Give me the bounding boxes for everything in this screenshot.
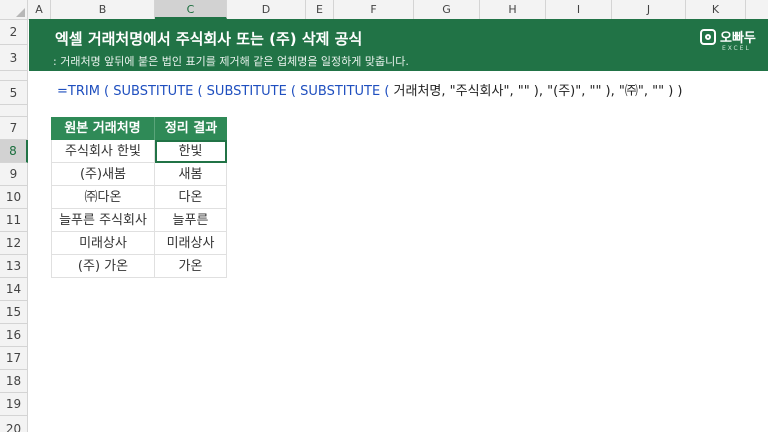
table-cell-result[interactable]: 늘푸른: [155, 209, 227, 232]
row-header-19[interactable]: 19: [0, 393, 28, 416]
banner-subtitle: : 거래처명 앞뒤에 붙은 법인 표기를 제거해 같은 업체명을 일정하게 맞춥…: [53, 55, 409, 68]
row-header-16[interactable]: 16: [0, 324, 28, 347]
column-header-b[interactable]: B: [51, 0, 155, 19]
select-all-corner[interactable]: [0, 0, 28, 19]
formula-functions: =TRIM ( SUBSTITUTE ( SUBSTITUTE ( SUBSTI…: [57, 84, 394, 99]
banner-title: 엑셀 거래처명에서 주식회사 또는 (주) 삭제 공식: [55, 30, 363, 48]
column-header-f[interactable]: F: [334, 0, 414, 19]
table-cell-result-active[interactable]: 한빛: [155, 140, 227, 163]
column-header-a[interactable]: A: [28, 0, 51, 19]
row-header-13[interactable]: 13: [0, 255, 28, 278]
column-header-c[interactable]: C: [155, 0, 227, 19]
table-cell-original[interactable]: ㈜다온: [51, 186, 155, 209]
row-header-10[interactable]: 10: [0, 186, 28, 209]
row-header-5[interactable]: 5: [0, 81, 28, 105]
table-cell-original[interactable]: (주)새봄: [51, 163, 155, 186]
table-cell-result[interactable]: 미래상사: [155, 232, 227, 255]
row-header-8[interactable]: 8: [0, 140, 28, 163]
row-header-18[interactable]: 18: [0, 370, 28, 393]
row-header-11[interactable]: 11: [0, 209, 28, 232]
table-cell-original[interactable]: 미래상사: [51, 232, 155, 255]
column-header-partial[interactable]: [746, 0, 768, 19]
row-header-17[interactable]: 17: [0, 347, 28, 370]
column-header-h[interactable]: H: [480, 0, 546, 19]
title-banner: 엑셀 거래처명에서 주식회사 또는 (주) 삭제 공식 : 거래처명 앞뒤에 붙…: [29, 19, 768, 71]
formula-arguments: 거래처명, "주식회사", "" ), "(주)", "" ), "㈜", ""…: [393, 84, 683, 99]
table-cell-original[interactable]: (주) 가온: [51, 255, 155, 278]
table-cell-result[interactable]: 새봄: [155, 163, 227, 186]
table-header-original: 원본 거래처명: [51, 117, 155, 140]
column-header-d[interactable]: D: [227, 0, 306, 19]
logo-icon: [700, 29, 716, 45]
logo-name: 오빠두: [720, 31, 756, 46]
column-header-k[interactable]: K: [686, 0, 746, 19]
row-header-6[interactable]: [0, 105, 28, 117]
column-header-i[interactable]: I: [546, 0, 612, 19]
column-header-g[interactable]: G: [414, 0, 480, 19]
row-header-15[interactable]: 15: [0, 301, 28, 324]
oppadu-logo: 오빠두 EXCEL: [700, 25, 764, 61]
table-cell-result[interactable]: 가온: [155, 255, 227, 278]
column-header-bar: A B C D E F G H I J K: [0, 0, 768, 20]
row-header-9[interactable]: 9: [0, 163, 28, 186]
row-header-20[interactable]: 20: [0, 416, 28, 432]
logo-tag: EXCEL: [722, 45, 751, 52]
formula-text[interactable]: =TRIM ( SUBSTITUTE ( SUBSTITUTE ( SUBSTI…: [57, 80, 683, 99]
table-cell-result[interactable]: 다온: [155, 186, 227, 209]
column-header-j[interactable]: J: [612, 0, 686, 19]
row-header-3[interactable]: 3: [0, 45, 28, 71]
row-header-14[interactable]: 14: [0, 278, 28, 301]
table-cell-original[interactable]: 주식회사 한빛: [51, 140, 155, 163]
table-cell-original[interactable]: 늘푸른 주식회사: [51, 209, 155, 232]
row-header-2[interactable]: 2: [0, 20, 28, 45]
row-header-4[interactable]: [0, 71, 28, 81]
row-header-12[interactable]: 12: [0, 232, 28, 255]
table-header-result: 정리 결과: [155, 117, 227, 140]
column-header-e[interactable]: E: [306, 0, 334, 19]
row-header-7[interactable]: 7: [0, 117, 28, 140]
